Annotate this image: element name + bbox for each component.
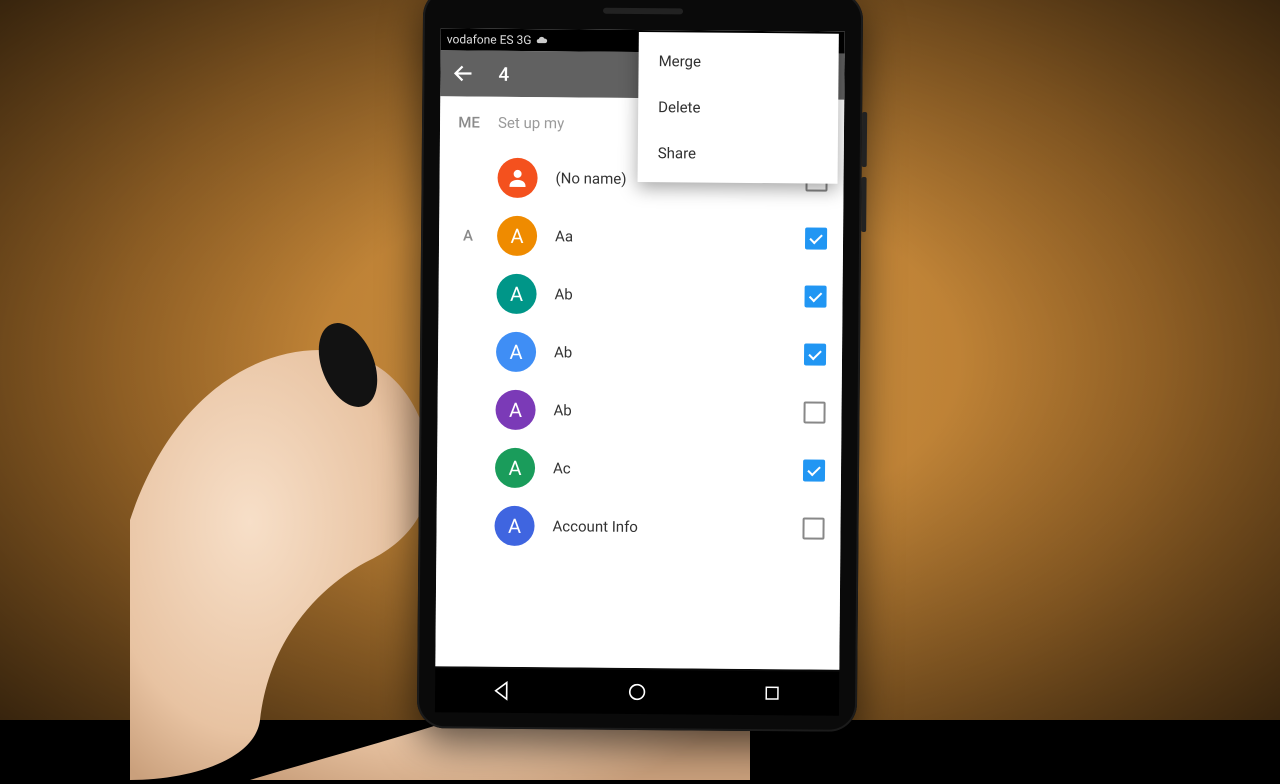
section-letter: A — [439, 226, 497, 245]
cloud-icon — [535, 34, 547, 46]
avatar-initial: A — [496, 332, 536, 372]
section-header-me: ME — [440, 113, 498, 132]
contact-name: Account Info — [552, 517, 802, 537]
menu-item-merge[interactable]: Merge — [638, 38, 838, 86]
contact-row[interactable]: A Ab — [437, 380, 841, 442]
menu-item-delete[interactable]: Delete — [638, 84, 838, 132]
setup-profile-label: Set up my — [498, 114, 564, 133]
section-letter — [438, 409, 496, 410]
avatar-initial: A — [496, 274, 536, 314]
select-checkbox[interactable] — [803, 401, 825, 423]
nav-recent-button[interactable] — [759, 680, 785, 706]
select-checkbox[interactable] — [802, 517, 824, 539]
phone-frame: vodafone ES 3G 85% 13:48 — [417, 0, 863, 732]
section-letter — [439, 293, 497, 294]
contact-row[interactable]: A Account Info — [436, 496, 840, 558]
contact-name: Ab — [554, 285, 804, 305]
select-checkbox[interactable] — [804, 285, 826, 307]
screen: vodafone ES 3G 85% 13:48 — [435, 28, 845, 670]
contact-row[interactable]: A Ac — [437, 438, 841, 500]
select-checkbox[interactable] — [804, 343, 826, 365]
nav-home-button[interactable] — [624, 679, 650, 705]
phone-speaker — [603, 8, 683, 15]
overflow-menu: Merge Delete Share — [638, 32, 839, 184]
section-letter — [437, 467, 495, 468]
avatar-initial: A — [497, 216, 537, 256]
contact-row[interactable]: AA Aa — [439, 206, 843, 268]
section-letter — [437, 525, 495, 526]
select-checkbox[interactable] — [805, 227, 827, 249]
avatar-initial: A — [495, 448, 535, 488]
volume-down-button[interactable] — [861, 177, 866, 232]
contact-row[interactable]: A Ab — [438, 322, 842, 384]
volume-up-button[interactable] — [862, 112, 867, 167]
menu-item-share[interactable]: Share — [638, 130, 838, 178]
back-button[interactable] — [450, 60, 476, 86]
avatar-initial: A — [495, 390, 535, 430]
section-letter — [440, 177, 498, 178]
selected-count: 4 — [498, 62, 509, 85]
contact-name: Ab — [553, 401, 803, 421]
nav-back-button[interactable] — [489, 678, 515, 704]
contact-name: Ac — [553, 459, 803, 479]
contact-name: Aa — [555, 227, 805, 247]
section-letter — [438, 351, 496, 352]
select-checkbox[interactable] — [803, 459, 825, 481]
avatar-initial: A — [494, 506, 534, 546]
contact-name: Ab — [554, 343, 804, 363]
carrier-label: vodafone ES 3G — [447, 32, 532, 47]
android-nav-bar — [435, 668, 839, 716]
person-icon — [497, 158, 537, 198]
contact-row[interactable]: A Ab — [438, 264, 842, 326]
